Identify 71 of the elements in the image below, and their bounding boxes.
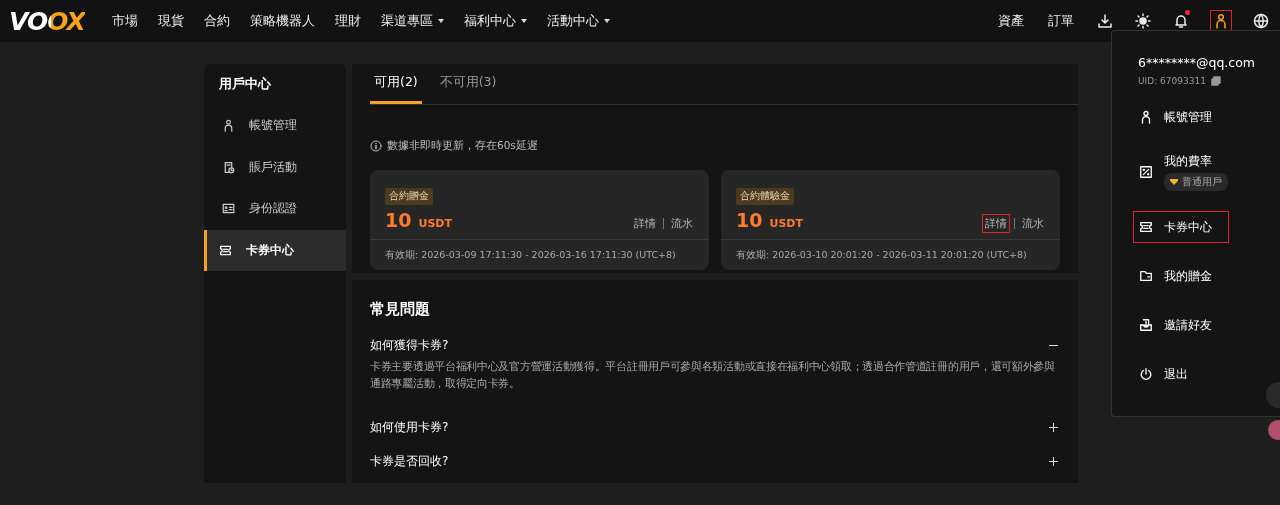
caret-icon: [603, 19, 610, 23]
inbox-icon: [1139, 318, 1153, 332]
coupon-amount: 10: [385, 209, 412, 231]
menu-item[interactable]: 我的贈金: [1134, 261, 1235, 291]
sidebar-item[interactable]: 卡券中心: [204, 229, 346, 271]
expand-icon[interactable]: [1049, 456, 1058, 466]
ticket-icon: [219, 243, 232, 257]
faq-question[interactable]: 如何獲得卡券?: [370, 333, 1060, 357]
tab[interactable]: 可用(2): [370, 64, 422, 104]
document-clock-icon: [222, 160, 235, 174]
faq-title: 常見問題: [370, 300, 430, 319]
menu-item[interactable]: 卡券中心: [1134, 212, 1228, 242]
menu-item-label: 我的費率: [1164, 153, 1213, 170]
caret-icon: [520, 19, 527, 23]
faq-question[interactable]: 卡券是否回收?: [370, 449, 1060, 473]
nav-link[interactable]: 策略機器人: [239, 12, 325, 30]
gem-icon: [1170, 179, 1178, 185]
caret-icon: [437, 19, 444, 23]
percent-box-icon: [1139, 165, 1153, 179]
question-text: 如何使用卡券?: [370, 418, 449, 436]
coupon-amount: 10: [736, 209, 763, 231]
coupon-link[interactable]: 流水: [669, 215, 695, 232]
coupon-unit: USDT: [418, 217, 452, 230]
validity-text: 有效期: 2026-03-10 20:01:20 - 2026-03-11 20:01:20 (UTC+8): [721, 239, 1060, 270]
folder-icon: [1139, 269, 1153, 283]
nav-link[interactable]: 理財: [324, 12, 371, 30]
user-level-badge: 普通用戶: [1164, 173, 1228, 191]
copy-icon[interactable]: [1210, 76, 1221, 86]
person-icon: [1213, 13, 1229, 29]
id-card-icon: [222, 202, 235, 216]
menu-item[interactable]: 邀請好友: [1134, 310, 1235, 340]
validity-text: 有效期: 2026-03-09 17:11:30 - 2026-03-16 17:11:30 (UTC+8): [370, 239, 709, 270]
nav-link[interactable]: 訂單: [1036, 12, 1086, 30]
faq-question[interactable]: 如何使用卡券?: [370, 415, 1060, 439]
nav-link[interactable]: 現貨: [147, 12, 194, 30]
expand-icon[interactable]: [1049, 422, 1058, 432]
sidebar-item[interactable]: 賬戶活動: [204, 146, 346, 188]
info-icon: [370, 140, 382, 152]
person-icon: [222, 119, 235, 133]
email-text: 6********@qq.com: [1138, 55, 1255, 70]
faq-answer: 卡券主要透過平台福利中心及官方營運活動獲得。平台註冊用戶可參與各類活動或直接在福利中心領取；透過合作管道註冊的用戶，還可額外參與通路專屬活動，取得定向卡券。: [370, 359, 1056, 391]
coupon-tag: 合約贈金: [385, 188, 433, 205]
sidebar-item[interactable]: 身份認證: [204, 188, 346, 230]
globe-icon[interactable]: [1253, 13, 1269, 29]
uid-text: UID: 67093311: [1138, 76, 1206, 86]
nav-link[interactable]: 渠道專區: [370, 12, 454, 30]
menu-item[interactable]: 退出: [1134, 359, 1235, 389]
sun-icon[interactable]: [1135, 13, 1151, 29]
sidebar-item[interactable]: 帳號管理: [204, 105, 346, 147]
tab[interactable]: 不可用(3): [435, 64, 501, 104]
nav-link[interactable]: 資產: [986, 12, 1036, 30]
coupon-link[interactable]: 詳情: [632, 215, 658, 232]
person-icon: [1139, 110, 1153, 124]
coupon-unit: USDT: [769, 217, 803, 230]
coupon-link[interactable]: 流水: [1020, 215, 1046, 232]
download-icon[interactable]: [1097, 13, 1113, 29]
ticket-icon: [1139, 220, 1153, 234]
power-icon: [1139, 367, 1153, 381]
coupon-tag: 合約體驗金: [736, 188, 794, 205]
coupon-link[interactable]: 詳情: [983, 215, 1009, 232]
nav-link[interactable]: 福利中心: [453, 12, 537, 30]
question-text: 卡券是否回收?: [370, 452, 449, 470]
menu-item[interactable]: 我的費率 普通用戶: [1134, 151, 1235, 193]
notice-text: 數據非即時更新，存在60s延遲: [387, 139, 538, 153]
nav-link[interactable]: 活動中心: [536, 12, 620, 30]
sidebar-title: 用戶中心: [218, 76, 271, 93]
bell-icon[interactable]: [1173, 13, 1189, 29]
question-text: 如何獲得卡券?: [370, 336, 449, 354]
nav-link[interactable]: 市場: [101, 12, 148, 30]
nav-link[interactable]: 合約: [193, 12, 240, 30]
menu-item[interactable]: 帳號管理: [1134, 102, 1235, 132]
